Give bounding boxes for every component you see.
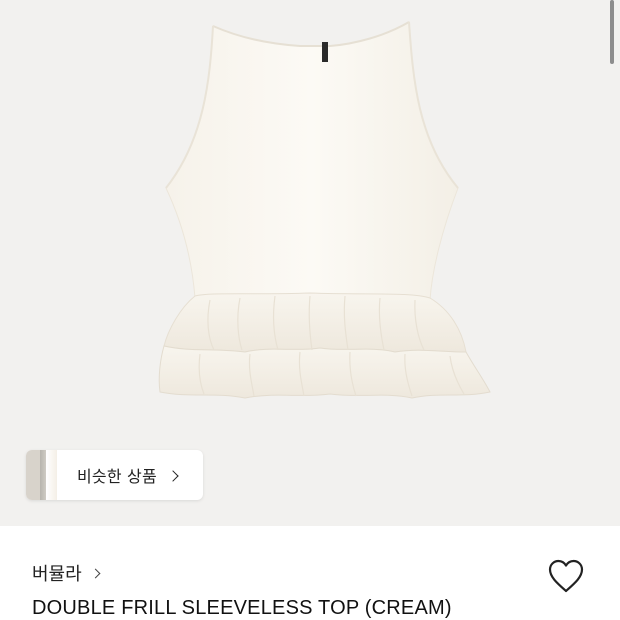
brand-link[interactable]: 버뮬라 bbox=[32, 560, 101, 586]
chevron-right-icon bbox=[167, 469, 179, 482]
heart-outline-icon[interactable] bbox=[547, 558, 585, 594]
similar-products-label: 비슷한 상품 bbox=[77, 467, 157, 486]
chevron-right-icon bbox=[90, 568, 101, 578]
product-image-area[interactable]: 비슷한 상품 bbox=[0, 0, 620, 526]
brand-name: 버뮬라 bbox=[32, 564, 82, 585]
scrollbar[interactable] bbox=[610, 0, 614, 64]
product-title: DOUBLE FRILL SLEEVELESS TOP (CREAM) bbox=[32, 597, 452, 619]
similar-products-button[interactable]: 비슷한 상품 bbox=[26, 450, 203, 500]
similar-product-thumbnail bbox=[26, 450, 57, 500]
product-photo bbox=[158, 21, 491, 399]
